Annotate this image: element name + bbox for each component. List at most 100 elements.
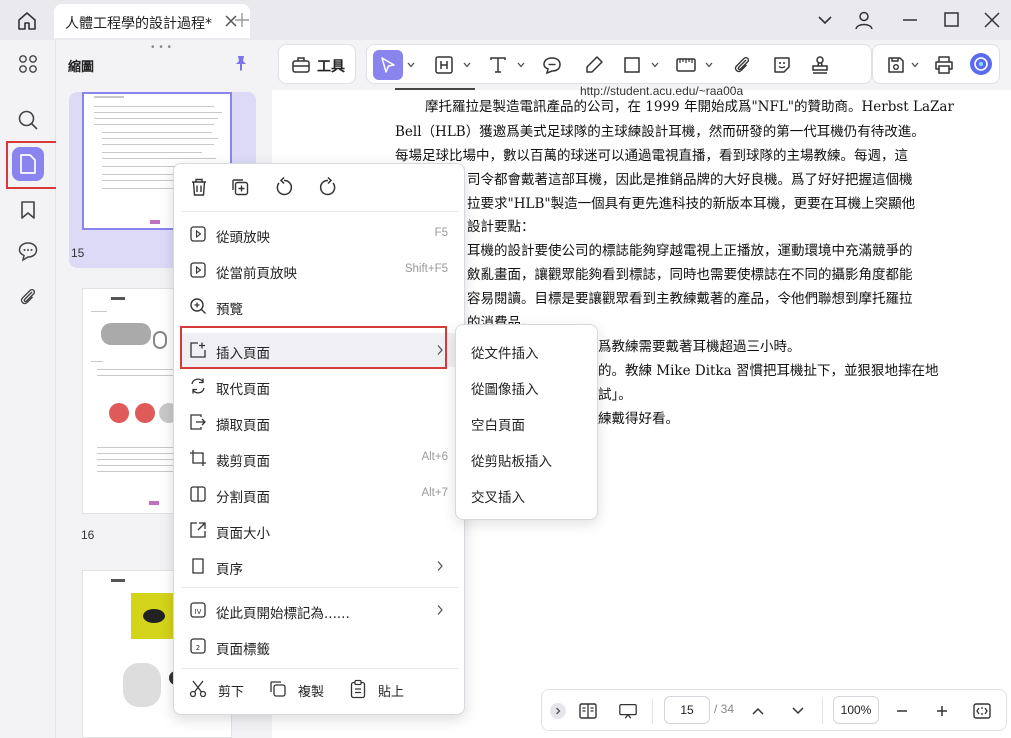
page-label-number-icon: 2 <box>188 636 208 656</box>
rotate-right-icon[interactable] <box>317 176 339 198</box>
submenu-item-label: 空白頁面 <box>471 418 525 434</box>
rotate-left-icon[interactable] <box>273 176 295 198</box>
attachment-icon[interactable] <box>731 54 753 76</box>
menu-item-shortcut: Alt+7 <box>421 487 448 499</box>
chevron-down-icon[interactable] <box>815 10 835 30</box>
fit-screen-icon[interactable] <box>972 701 992 721</box>
menu-item-label: 頁面標籤 <box>216 642 270 658</box>
maximize-icon[interactable] <box>942 10 962 30</box>
main-toolbar: 工具 <box>272 40 1011 90</box>
play-icon <box>188 224 208 244</box>
paste-button[interactable]: 貼上 <box>348 678 418 702</box>
page-layout-icon[interactable] <box>578 701 598 721</box>
next-page-icon[interactable] <box>788 701 808 721</box>
previous-page-icon[interactable] <box>748 701 768 721</box>
submenu-item-blank-page[interactable]: 空白頁面 <box>456 405 597 439</box>
collapse-arrow-icon[interactable] <box>550 703 566 719</box>
comment-box-icon[interactable] <box>541 54 563 76</box>
submenu-item-interleave-insert[interactable]: 交叉插入 <box>456 477 597 511</box>
copy-button[interactable]: 複製 <box>268 678 338 702</box>
duplicate-page-icon[interactable] <box>229 176 251 198</box>
menu-item-crop-page[interactable]: 裁剪頁面 Alt+6 <box>182 441 458 475</box>
page-size-icon <box>188 520 208 540</box>
split-page-icon <box>188 484 208 504</box>
paragraph-line: 摩托羅拉是製造電訊產品的公司，在 1999 年開始成爲"NFL"的贊助商。Her… <box>425 99 954 115</box>
page-number-input[interactable]: 15 <box>664 696 710 724</box>
menu-item-shortcut: Shift+F5 <box>404 263 448 275</box>
submenu-item-insert-from-clipboard[interactable]: 從剪貼板插入 <box>456 441 597 475</box>
bookmark-icon[interactable] <box>14 196 42 224</box>
presentation-icon[interactable] <box>618 701 638 721</box>
paragraph-line: Bell（HLB）獲邀爲美式足球隊的主球練設計耳機，然而研發的第一代耳機仍有待改… <box>395 124 925 140</box>
chevron-down-icon[interactable] <box>911 62 919 68</box>
menu-item-page-size[interactable]: 頁面大小 <box>182 513 458 547</box>
stamp-icon[interactable] <box>809 54 831 76</box>
chevron-down-icon[interactable] <box>517 62 525 68</box>
submenu-item-label: 從剪貼板插入 <box>471 454 552 470</box>
submenu-item-label: 從圖像插入 <box>471 382 539 398</box>
paragraph-line: 司令都會戴著這部耳機，因此是推銷品牌的大好良機。爲了好好把握這個機 <box>467 172 913 188</box>
rectangle-icon[interactable] <box>621 54 643 76</box>
document-tab-title: 人體工程學的設計過程* <box>65 16 212 32</box>
chevron-down-icon[interactable] <box>463 62 471 68</box>
menu-item-shortcut: F5 <box>434 227 448 239</box>
submenu-item-insert-from-file[interactable]: 從文件插入 <box>456 333 597 367</box>
tools-button[interactable]: 工具 <box>278 44 356 84</box>
chevron-down-icon[interactable] <box>651 62 659 68</box>
menu-item-label: 頁面大小 <box>216 526 270 542</box>
user-icon[interactable] <box>854 10 874 30</box>
pin-icon[interactable] <box>232 54 250 72</box>
new-tab-icon[interactable] <box>234 12 250 28</box>
menu-item-shortcut: Alt+6 <box>421 451 448 463</box>
menu-item-play-from-start[interactable]: 從頭放映 F5 <box>182 217 458 251</box>
home-icon[interactable] <box>16 10 38 32</box>
paragraph-line: 設計要點： <box>467 219 535 235</box>
measure-icon[interactable] <box>675 54 697 76</box>
menu-item-label: 從頭放映 <box>216 230 270 246</box>
save-icon[interactable] <box>885 54 907 76</box>
menu-item-play-from-current[interactable]: 從當前頁放映 Shift+F5 <box>182 253 458 287</box>
zoom-preview-icon <box>188 296 208 316</box>
apps-grid-icon[interactable] <box>14 50 42 78</box>
divider <box>652 698 653 724</box>
menu-item-replace-page[interactable]: 取代頁面 <box>182 369 458 403</box>
delete-icon[interactable] <box>188 176 210 198</box>
search-icon[interactable] <box>14 106 42 134</box>
comment-icon[interactable] <box>14 237 42 265</box>
highlighter-icon[interactable] <box>583 54 605 76</box>
menu-item-label: 裁剪頁面 <box>216 454 270 470</box>
minimize-icon[interactable] <box>900 10 920 30</box>
paragraph-line: 每場足球比場中，數以百萬的球迷可以通過電視直播，看到球隊的主場教練。每週，這 <box>395 148 908 164</box>
menu-separator <box>182 211 458 212</box>
zoom-in-icon[interactable] <box>932 701 952 721</box>
menu-item-split-page[interactable]: 分割頁面 Alt+7 <box>182 477 458 511</box>
play-icon <box>188 260 208 280</box>
file-tools-group <box>872 44 1000 84</box>
menu-item-page-order[interactable]: 頁序 <box>182 549 458 583</box>
menu-item-extract-page[interactable]: 擷取頁面 <box>182 405 458 439</box>
insert-page-submenu: 從文件插入 從圖像插入 空白頁面 從剪貼板插入 交叉插入 <box>455 324 598 520</box>
zoom-level[interactable]: 100% <box>833 696 879 724</box>
chevron-down-icon[interactable] <box>407 62 415 68</box>
submenu-item-insert-from-image[interactable]: 從圖像插入 <box>456 369 597 403</box>
text-icon[interactable] <box>487 54 509 76</box>
panel-grip[interactable]: • • • <box>151 42 172 53</box>
svg-text:IV: IV <box>195 608 202 616</box>
cursor-select-icon[interactable] <box>377 54 399 76</box>
heading-icon[interactable] <box>433 54 455 76</box>
cut-button[interactable]: 剪下 <box>188 678 258 702</box>
attachment-icon[interactable] <box>14 283 42 311</box>
menu-item-label: 取代頁面 <box>216 382 270 398</box>
document-tab[interactable]: 人體工程學的設計過程* <box>54 4 250 38</box>
zoom-out-icon[interactable] <box>892 701 912 721</box>
page-navigation-bar: 15 / 34 100% <box>541 689 1007 731</box>
close-window-icon[interactable] <box>982 10 1002 30</box>
menu-item-page-labels[interactable]: 2 頁面標籤 <box>182 629 458 663</box>
ai-assistant-icon[interactable] <box>969 52 993 76</box>
page-context-menu: 從頭放映 F5 從當前頁放映 Shift+F5 預覽 插入頁面 取代頁面 擷取頁… <box>173 163 465 715</box>
print-icon[interactable] <box>933 54 955 76</box>
chevron-down-icon[interactable] <box>705 62 713 68</box>
menu-item-preview[interactable]: 預覽 <box>182 289 458 323</box>
menu-item-start-numbering[interactable]: IV 從此頁開始標記為...... <box>182 593 458 627</box>
sticker-icon[interactable] <box>771 54 793 76</box>
